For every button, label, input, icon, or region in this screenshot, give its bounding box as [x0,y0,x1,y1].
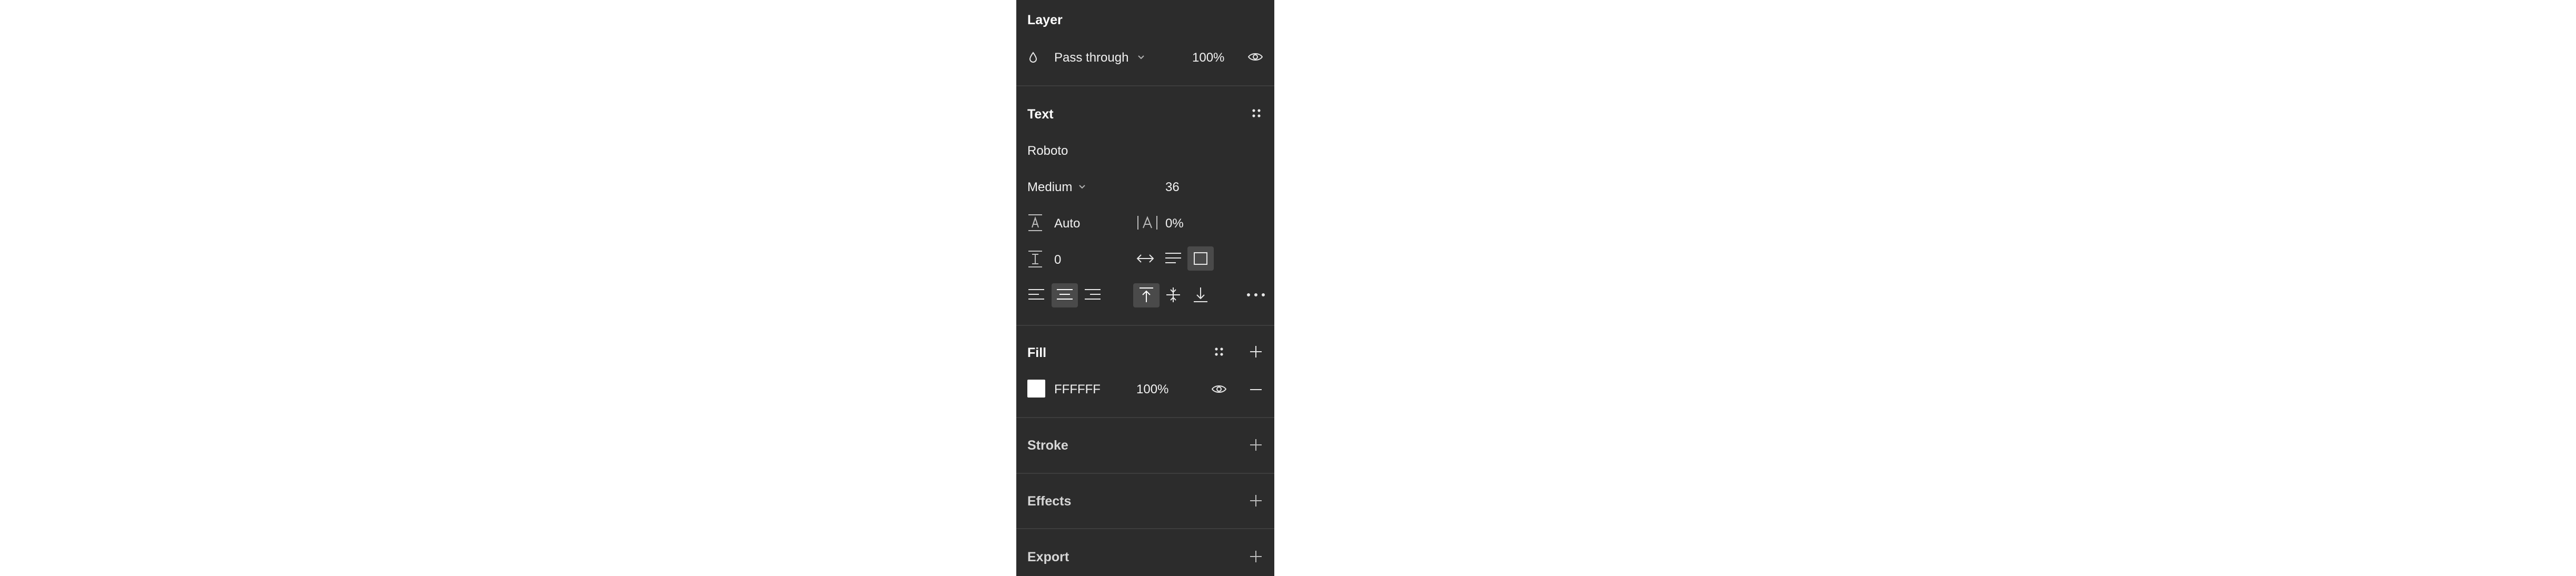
font-size-input[interactable]: 36 [1165,180,1180,195]
divider [1016,528,1274,529]
divider [1016,473,1274,474]
layer-opacity-input[interactable]: 100% [1192,51,1224,65]
add-effect-plus-icon[interactable] [1250,494,1262,507]
align-middle-icon[interactable] [1165,286,1181,303]
blend-mode-select[interactable]: Pass through [1054,51,1128,65]
auto-height-icon[interactable] [1164,252,1182,265]
divider [1016,325,1274,326]
letter-spacing-input[interactable]: 0% [1165,216,1184,231]
chevron-down-icon[interactable] [1137,55,1145,60]
design-properties-panel: Layer Pass through 100% Text Roboto Medi… [1016,0,1274,576]
font-weight-select[interactable]: Medium [1027,180,1072,195]
fill-section-title: Fill [1027,345,1047,360]
eye-icon[interactable] [1211,384,1227,394]
export-section-title: Export [1027,550,1069,564]
layer-section-title: Layer [1027,13,1063,27]
text-section-title: Text [1027,107,1054,122]
add-export-plus-icon[interactable] [1250,550,1262,563]
blend-mode-drop-icon [1028,52,1038,63]
letter-spacing-icon [1136,215,1158,231]
align-bottom-icon[interactable] [1193,286,1208,303]
paragraph-spacing-icon [1027,250,1043,268]
align-top-icon[interactable] [1138,286,1154,303]
divider [1016,417,1274,418]
add-stroke-plus-icon[interactable] [1250,439,1262,451]
fill-hex-input[interactable]: FFFFFF [1054,382,1101,397]
auto-width-icon[interactable] [1136,253,1154,264]
align-left-icon[interactable] [1027,288,1045,302]
chevron-down-icon[interactable] [1078,184,1086,190]
fill-opacity-input[interactable]: 100% [1136,382,1168,397]
font-family-select[interactable]: Roboto [1027,144,1068,158]
stroke-section-title: Stroke [1027,438,1068,453]
paragraph-spacing-input[interactable]: 0 [1054,253,1061,267]
effects-section-title: Effects [1027,494,1072,509]
line-height-icon [1027,214,1043,232]
eye-icon[interactable] [1247,52,1263,62]
more-options-icon[interactable] [1246,293,1265,297]
align-center-icon[interactable] [1056,288,1074,302]
fixed-size-icon[interactable] [1193,252,1208,265]
styles-grid-icon[interactable] [1214,346,1224,357]
align-right-icon[interactable] [1084,288,1102,302]
line-height-input[interactable]: Auto [1054,216,1080,231]
styles-grid-icon[interactable] [1251,108,1262,118]
remove-fill-minus-icon[interactable] [1250,389,1262,391]
divider [1016,85,1274,86]
fill-color-swatch[interactable] [1027,380,1045,398]
add-fill-plus-icon[interactable] [1250,345,1262,358]
canvas: Layer Pass through 100% Text Roboto Medi… [0,0,2576,576]
